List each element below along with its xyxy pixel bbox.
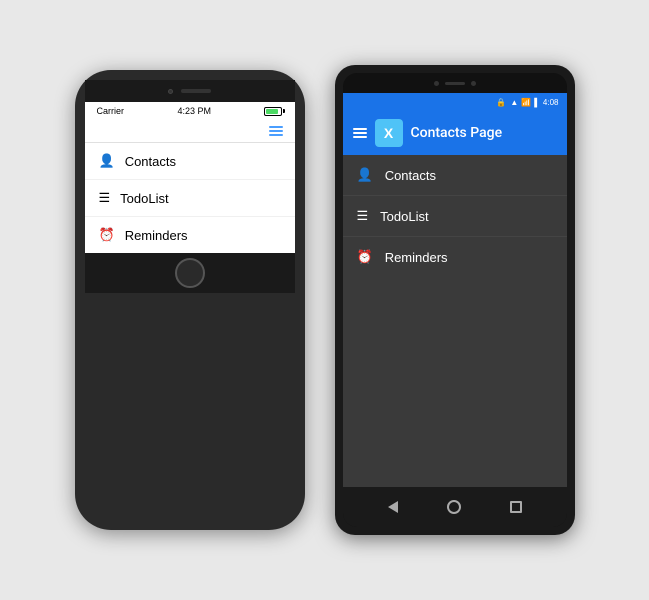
todolist-icon: ☰ bbox=[99, 190, 111, 206]
android-hamburger-line-2 bbox=[353, 132, 367, 134]
android-top-bar bbox=[343, 73, 567, 93]
android-menu-item-reminders[interactable]: ⏰ Reminders bbox=[343, 237, 567, 277]
android-contacts-label: Contacts bbox=[385, 168, 436, 183]
android-time: 4:08 bbox=[543, 98, 559, 107]
android-camera-icon-2 bbox=[471, 81, 476, 86]
android-status-icons: ▲ 📶 ▌ 4:08 bbox=[510, 98, 558, 107]
ios-home-button-area bbox=[85, 253, 295, 293]
android-hamburger-line-1 bbox=[353, 128, 367, 130]
android-todolist-label: TodoList bbox=[380, 209, 428, 224]
android-app-title: Contacts Page bbox=[411, 125, 503, 141]
android-app-bar: X Contacts Page bbox=[343, 111, 567, 155]
android-menu-item-todolist[interactable]: ☰ TodoList bbox=[343, 196, 567, 237]
ios-time: 4:23 PM bbox=[177, 106, 211, 116]
android-speaker bbox=[445, 82, 465, 85]
ios-reminders-label: Reminders bbox=[125, 228, 188, 243]
ios-phone: Carrier 4:23 PM 👤 Contacts bbox=[75, 70, 305, 530]
contacts-icon: 👤 bbox=[99, 153, 115, 169]
hamburger-line-3 bbox=[269, 134, 283, 136]
recents-square-icon bbox=[510, 501, 522, 513]
ios-todolist-label: TodoList bbox=[120, 191, 168, 206]
android-back-button[interactable] bbox=[383, 497, 403, 517]
ios-camera-icon bbox=[168, 89, 173, 94]
android-reminders-label: Reminders bbox=[385, 250, 448, 265]
android-reminders-icon: ⏰ bbox=[357, 249, 373, 265]
android-recents-button[interactable] bbox=[506, 497, 526, 517]
android-content: 👤 Contacts ☰ TodoList ⏰ Reminders bbox=[343, 155, 567, 487]
android-contacts-icon: 👤 bbox=[357, 167, 373, 183]
back-triangle-icon bbox=[388, 501, 398, 513]
ios-home-button[interactable] bbox=[175, 258, 205, 288]
android-lock-icon: 🔒 bbox=[496, 98, 506, 107]
android-menu-item-contacts[interactable]: 👤 Contacts bbox=[343, 155, 567, 196]
ios-top-bar bbox=[85, 80, 295, 102]
battery-icon bbox=[264, 107, 282, 116]
ios-hamburger-button[interactable] bbox=[269, 126, 283, 136]
android-phone: 🔒 ▲ 📶 ▌ 4:08 X Contacts Page bbox=[335, 65, 575, 535]
ios-battery-area bbox=[264, 107, 282, 116]
android-hamburger-line-3 bbox=[353, 136, 367, 138]
android-wifi-icon: 📶 bbox=[521, 98, 531, 107]
ios-carrier: Carrier bbox=[97, 106, 125, 116]
ios-status-bar: Carrier 4:23 PM bbox=[85, 102, 295, 120]
android-app-logo: X bbox=[375, 119, 403, 147]
ios-contacts-label: Contacts bbox=[125, 154, 176, 169]
ios-menu-item-todolist[interactable]: ☰ TodoList bbox=[85, 180, 295, 217]
hamburger-line-1 bbox=[269, 126, 283, 128]
android-battery-icon: ▌ bbox=[534, 98, 540, 107]
android-home-button[interactable] bbox=[444, 497, 464, 517]
android-bottom-nav bbox=[343, 487, 567, 527]
home-circle-icon bbox=[447, 500, 461, 514]
android-camera-icon bbox=[434, 81, 439, 86]
android-status-bar: 🔒 ▲ 📶 ▌ 4:08 bbox=[343, 93, 567, 111]
ios-menu-item-reminders[interactable]: ⏰ Reminders bbox=[85, 217, 295, 253]
ios-speaker bbox=[181, 89, 211, 93]
android-screen: 🔒 ▲ 📶 ▌ 4:08 X Contacts Page bbox=[343, 93, 567, 487]
reminders-icon: ⏰ bbox=[99, 227, 115, 243]
android-todolist-icon: ☰ bbox=[357, 208, 369, 224]
battery-fill bbox=[266, 109, 277, 114]
ios-nav-bar bbox=[85, 120, 295, 143]
ios-screen: Carrier 4:23 PM 👤 Contacts bbox=[85, 102, 295, 253]
hamburger-line-2 bbox=[269, 130, 283, 132]
android-hamburger-button[interactable] bbox=[353, 128, 367, 138]
android-signal-icon: ▲ bbox=[510, 98, 518, 107]
ios-menu-item-contacts[interactable]: 👤 Contacts bbox=[85, 143, 295, 180]
